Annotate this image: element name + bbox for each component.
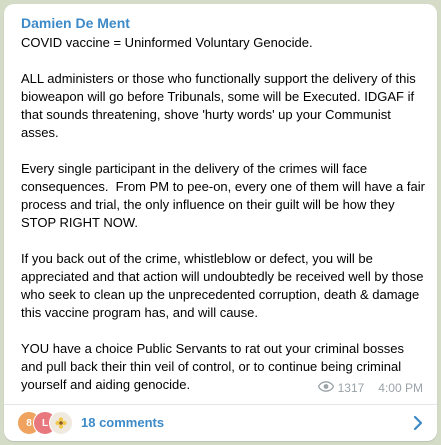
message-bubble: Damien De Ment COVID vaccine = Uninforme… [4, 4, 437, 441]
eye-icon [317, 380, 334, 396]
message-text: COVID vaccine = Uninformed Voluntary Gen… [21, 34, 429, 394]
message-time: 4:00 PM [378, 381, 423, 395]
comments-count[interactable]: 18 comments [81, 414, 164, 432]
message-paragraph: ALL administers or those who functionall… [21, 71, 420, 140]
message-paragraph: If you back out of the crime, whistleblo… [21, 251, 428, 320]
view-count: 1317 [337, 381, 365, 395]
message-paragraph: Every single participant in the delivery… [21, 161, 429, 230]
commenter-avatars: 8 L [17, 411, 89, 435]
message-meta: 1317 4:00 PM [317, 380, 423, 396]
chevron-right-icon[interactable] [413, 415, 423, 436]
author-name[interactable]: Damien De Ment [21, 14, 130, 32]
message-paragraph: COVID vaccine = Uninformed Voluntary Gen… [21, 35, 313, 50]
comments-button[interactable]: 8 L 18 comments [4, 405, 437, 441]
flower-icon [55, 417, 67, 429]
avatar [49, 411, 73, 435]
